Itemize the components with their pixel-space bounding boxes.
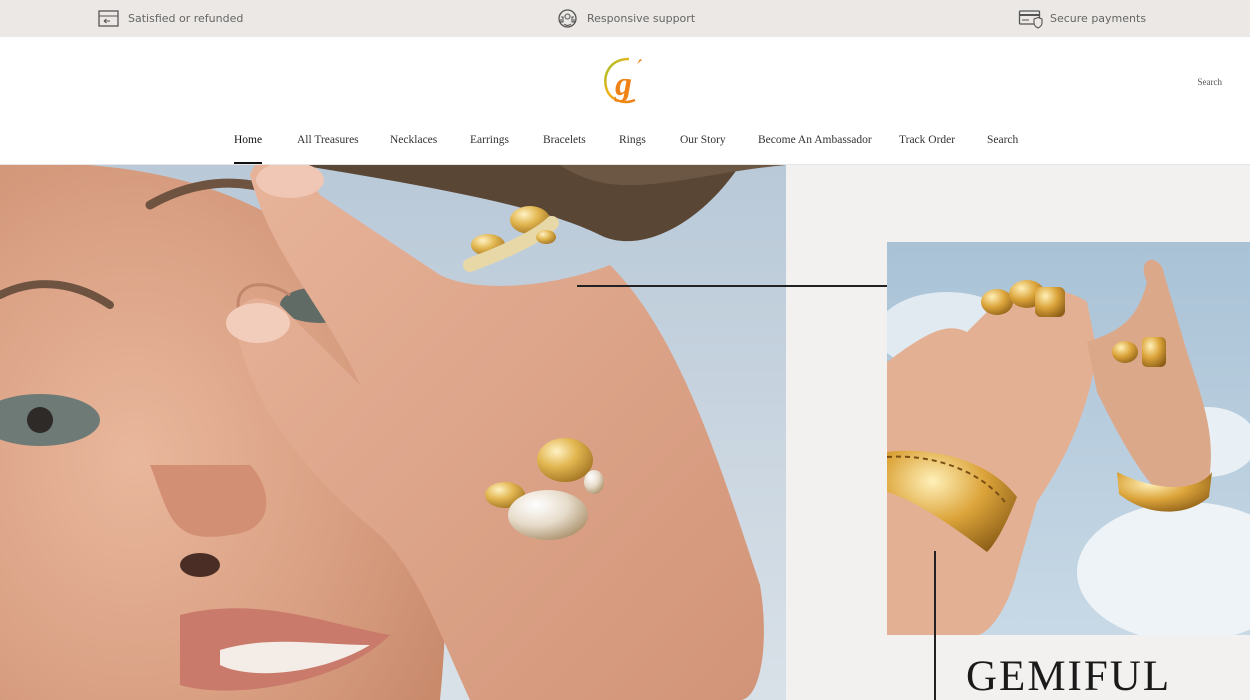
- nav-earrings[interactable]: Earrings: [470, 132, 509, 164]
- hero-brand-title: GEMIFUL: [966, 653, 1172, 700]
- nav-necklaces[interactable]: Necklaces: [390, 132, 437, 164]
- site-header: g Search Home All Treasures Necklaces Ea…: [0, 37, 1250, 165]
- secure-card-icon: [1018, 8, 1043, 30]
- decorative-line: [934, 551, 936, 700]
- main-nav: Home All Treasures Necklaces Earrings Br…: [0, 132, 1250, 164]
- header-search-link[interactable]: Search: [1198, 77, 1223, 87]
- benefit-support: Responsive support: [555, 0, 695, 37]
- hands-bracelets-image: [887, 242, 1250, 635]
- nav-home[interactable]: Home: [234, 132, 263, 164]
- benefit-label: Secure payments: [1050, 12, 1147, 25]
- nav-rings[interactable]: Rings: [619, 132, 646, 164]
- svg-text:g: g: [614, 66, 632, 103]
- refund-box-icon: [97, 8, 121, 30]
- hero-model-image: [0, 165, 786, 700]
- benefits-bar: Satisfied or refunded Responsive support…: [0, 0, 1250, 37]
- nav-our-story[interactable]: Our Story: [680, 132, 726, 164]
- benefit-label: Responsive support: [587, 12, 696, 25]
- nav-all-treasures[interactable]: All Treasures: [297, 132, 359, 164]
- decorative-line: [577, 285, 887, 287]
- benefit-label: Satisfied or refunded: [128, 12, 244, 25]
- nav-bracelets[interactable]: Bracelets: [543, 132, 586, 164]
- nav-search[interactable]: Search: [987, 132, 1018, 164]
- nav-become-ambassador[interactable]: Become An Ambassador: [758, 132, 872, 164]
- benefit-secure: Secure payments: [1018, 0, 1146, 37]
- nav-track-order[interactable]: Track Order: [899, 132, 955, 164]
- hero-side-panel: [786, 165, 1250, 700]
- benefit-refund: Satisfied or refunded: [97, 0, 243, 37]
- brand-logo[interactable]: g: [601, 55, 651, 109]
- support-headset-icon: [555, 7, 580, 31]
